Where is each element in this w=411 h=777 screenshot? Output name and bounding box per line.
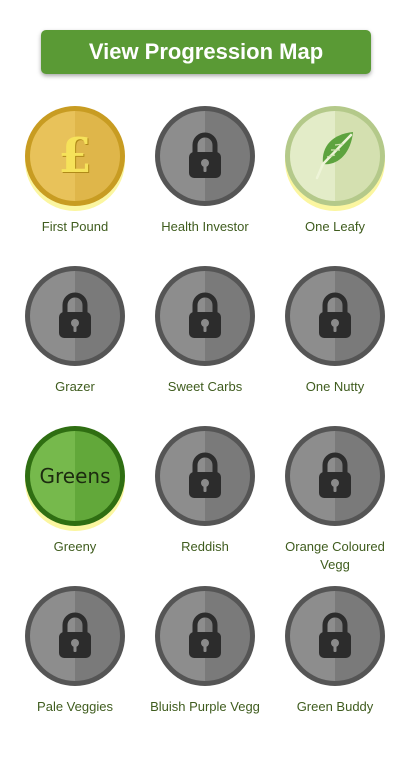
badge-coin (285, 106, 385, 206)
badge-first-pound[interactable]: £ First Pound (10, 106, 140, 266)
lock-icon (59, 612, 91, 658)
lock-icon (319, 292, 351, 338)
badge-coin (285, 426, 385, 526)
lock-icon (189, 132, 221, 178)
badge-label: One Leafy (305, 219, 365, 234)
badge-pale-veggies[interactable]: Pale Veggies (10, 586, 140, 746)
badge-label: Reddish (181, 539, 229, 554)
leaf-icon (315, 132, 353, 180)
lock-icon (189, 452, 221, 498)
badge-coin (155, 586, 255, 686)
badge-coin: £ (25, 106, 125, 206)
badge-label: Green Buddy (296, 699, 374, 714)
greens-icon: Greens (39, 464, 111, 488)
badge-coin (155, 426, 255, 526)
badge-coin (25, 586, 125, 686)
badge-coin (285, 266, 385, 366)
badge-label: Sweet Carbs (167, 379, 243, 394)
lock-icon (59, 292, 91, 338)
badge-orange-coloured-vegg[interactable]: Orange Coloured Vegg (270, 426, 400, 586)
badge-one-leafy[interactable]: One Leafy (270, 106, 400, 266)
lock-icon (189, 612, 221, 658)
badge-label: Greeny (53, 539, 97, 554)
badge-coin (285, 586, 385, 686)
badge-reddish[interactable]: Reddish (140, 426, 270, 586)
pound-icon: £ (58, 128, 92, 184)
badge-greeny[interactable]: Greens Greeny (10, 426, 140, 586)
badge-green-buddy[interactable]: Green Buddy (270, 586, 400, 746)
badge-grazer[interactable]: Grazer (10, 266, 140, 426)
badge-coin (155, 266, 255, 366)
badge-coin (155, 106, 255, 206)
lock-icon (189, 292, 221, 338)
badge-label: Grazer (55, 379, 95, 394)
badge-coin (25, 266, 125, 366)
badge-coin: Greens (25, 426, 125, 526)
badge-label: Bluish Purple Vegg (150, 699, 260, 714)
badge-label: Pale Veggies (37, 699, 113, 714)
badge-label: First Pound (41, 219, 109, 234)
badge-one-nutty[interactable]: One Nutty (270, 266, 400, 426)
badge-label: Orange Coloured Vegg (285, 539, 385, 572)
badge-grid: £ First Pound Health Investor One Leafy … (0, 0, 411, 777)
badge-health-investor[interactable]: Health Investor (140, 106, 270, 266)
badge-label: Health Investor (161, 219, 249, 234)
lock-icon (319, 452, 351, 498)
lock-icon (319, 612, 351, 658)
badge-sweet-carbs[interactable]: Sweet Carbs (140, 266, 270, 426)
badge-bluish-purple-vegg[interactable]: Bluish Purple Vegg (140, 586, 270, 746)
badge-label: One Nutty (305, 379, 365, 394)
